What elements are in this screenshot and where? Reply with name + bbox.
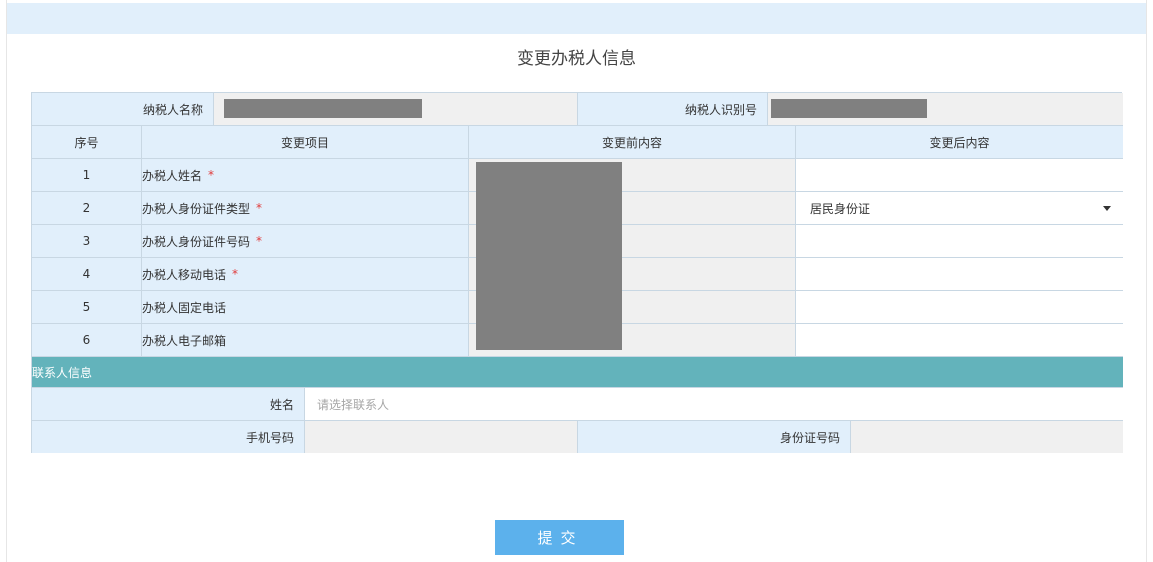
required-mark: *	[232, 267, 239, 281]
required-mark: *	[208, 168, 215, 182]
row-4-after-input[interactable]	[796, 258, 1123, 291]
required-mark: *	[256, 234, 263, 248]
row-2-label: 办税人身份证件类型 *	[142, 192, 469, 225]
id-type-select[interactable]: 居民身份证	[796, 192, 1123, 225]
page-left-border	[6, 0, 7, 562]
header-item: 变更项目	[142, 126, 469, 159]
row-2-label-text: 办税人身份证件类型	[142, 201, 251, 216]
top-band	[7, 3, 1146, 34]
row-5-after-input[interactable]	[796, 291, 1123, 324]
chevron-down-icon	[1103, 206, 1111, 211]
row-3-label: 办税人身份证件号码 *	[142, 225, 469, 258]
row-4-label-text: 办税人移动电话	[142, 267, 227, 282]
id-type-selected-value: 居民身份证	[810, 201, 871, 216]
taxpayer-name-redaction	[224, 99, 422, 118]
form-table: 纳税人名称 纳税人识别号 序号 变更项目 变更前内容 变更后内容 1 办税人姓名…	[31, 92, 1123, 453]
taxpayer-name-value	[214, 93, 578, 126]
row-1-label: 办税人姓名 *	[142, 159, 469, 192]
row-6-after-input[interactable]	[796, 324, 1123, 357]
page-right-border	[1146, 0, 1147, 562]
contact-name-select[interactable]: 请选择联系人	[305, 388, 1123, 421]
row-4-label: 办税人移动电话 *	[142, 258, 469, 291]
row-5-label: 办税人固定电话	[142, 291, 469, 324]
before-content-redaction	[476, 162, 622, 350]
row-3-seq: 3	[32, 225, 142, 258]
row-6-label: 办税人电子邮箱	[142, 324, 469, 357]
contact-id-value	[851, 421, 1123, 453]
row-1-seq: 1	[32, 159, 142, 192]
form-title: 变更办税人信息	[517, 49, 636, 69]
taxpayer-id-redaction	[771, 99, 927, 118]
row-4-seq: 4	[32, 258, 142, 291]
contact-section-title: 联系人信息	[32, 357, 1123, 388]
row-3-label-text: 办税人身份证件号码	[142, 234, 251, 249]
row-3-after-input[interactable]	[796, 225, 1123, 258]
header-seq: 序号	[32, 126, 142, 159]
contact-mobile-label: 手机号码	[32, 421, 305, 453]
submit-button[interactable]: 提交	[495, 520, 624, 555]
row-1-label-text: 办税人姓名	[142, 168, 203, 183]
row-5-label-text: 办税人固定电话	[142, 300, 227, 315]
contact-mobile-value	[305, 421, 578, 453]
contact-id-label: 身份证号码	[578, 421, 851, 453]
row-6-label-text: 办税人电子邮箱	[142, 333, 227, 348]
taxpayer-name-label: 纳税人名称	[32, 93, 214, 126]
row-1-after-input[interactable]	[796, 159, 1123, 192]
row-6-seq: 6	[32, 324, 142, 357]
contact-name-placeholder: 请选择联系人	[317, 397, 390, 412]
contact-name-label: 姓名	[32, 388, 305, 421]
row-5-seq: 5	[32, 291, 142, 324]
taxpayer-id-value	[768, 93, 1123, 126]
header-after: 变更后内容	[796, 126, 1123, 159]
row-2-seq: 2	[32, 192, 142, 225]
required-mark: *	[256, 201, 263, 215]
taxpayer-id-label: 纳税人识别号	[578, 93, 768, 126]
header-before: 变更前内容	[469, 126, 796, 159]
